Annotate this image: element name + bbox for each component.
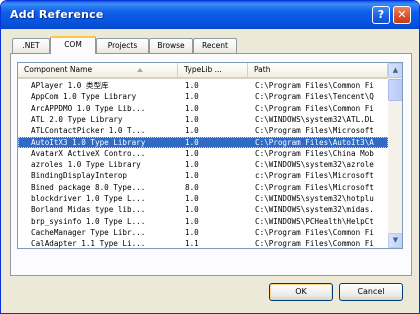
typelib-version-cell: 1.0	[185, 160, 199, 170]
path-cell: C:\Program Files\Common Fi	[255, 81, 374, 90]
cancel-button[interactable]: Cancel	[339, 283, 403, 301]
table-row[interactable]: brp_sysinfo 1.0 Type L... 1.0 C:\WINDOWS\P…	[18, 216, 388, 227]
path-cell: C:\Program Files\Microsoft	[255, 126, 374, 136]
path-cell: C:\Program Files\Tencent\Q	[255, 92, 374, 102]
arrow-down-icon: ▼	[392, 236, 399, 244]
path-cell: C:\WINDOWS\system32\azrole	[255, 160, 374, 170]
path-cell: C:\Program Files\Microsoft	[255, 182, 374, 192]
component-name-cell: APlayer 1.0 类型库	[31, 81, 109, 90]
component-name-cell: blockdriver 1.0 Type L...	[31, 194, 146, 203]
component-name-cell: ATLContactPicker 1.0 T...	[31, 126, 146, 136]
scroll-up-button[interactable]: ▲	[388, 63, 402, 78]
typelib-version-cell: 1.1	[185, 239, 199, 249]
table-row[interactable]: BindingDisplayInterop 1.0 c:\Program Files…	[18, 170, 388, 181]
typelib-version-cell: 1.0	[185, 227, 199, 237]
tab-com[interactable]: COM	[50, 36, 96, 54]
component-name-cell: AppCom 1.0 Type Library	[31, 92, 137, 102]
sort-ascending-icon	[137, 68, 143, 72]
component-name-cell: ATL 2.0 Type Library	[31, 114, 123, 124]
table-row[interactable]: Borland Midas type lib... 1.0 C:\WINDOWS\s…	[18, 204, 388, 215]
path-cell: C:\Program Files\China Mob	[255, 148, 374, 158]
tab-strip: .NET COM Projects Browse Recent	[10, 36, 410, 54]
column-header-component-name[interactable]: Component Name	[18, 63, 178, 79]
component-name-cell: azroles 1.0 Type Library	[31, 160, 141, 170]
tab-projects[interactable]: Projects	[96, 38, 149, 53]
component-name-cell: AutoItX3 1.0 Type Library	[31, 137, 146, 147]
list-header: Component Name TypeLib ... Path	[18, 63, 388, 79]
path-cell: c:\Program Files\Microsoft	[255, 171, 374, 181]
typelib-version-cell: 1.0	[185, 216, 199, 226]
path-cell: C:\WINDOWS\system32\hotplu	[255, 194, 374, 203]
component-name-cell: CalAdapter 1.1 Type Li...	[31, 239, 146, 249]
dialog-title: Add Reference	[10, 8, 104, 21]
path-cell: C:\WINDOWS\system32\ATL.DL	[255, 114, 374, 124]
help-icon: ?	[377, 8, 385, 21]
typelib-version-cell: 8.0	[185, 182, 199, 192]
close-button[interactable]: ✕	[393, 6, 411, 24]
typelib-version-cell: 1.0	[185, 171, 199, 181]
typelib-version-cell: 1.0	[185, 103, 199, 113]
add-reference-dialog: Add Reference ? ✕ .NET COM Projects Brow…	[0, 0, 420, 314]
table-row[interactable]: CalAdapter 1.1 Type Li... 1.1 C:\Program F…	[18, 238, 388, 249]
typelib-version-cell: 1.0	[185, 194, 199, 203]
table-row[interactable]: ATLContactPicker 1.0 T... 1.0 C:\Program F…	[18, 125, 388, 136]
arrow-up-icon: ▲	[392, 66, 399, 74]
component-name-cell: Bined package 8.0 Type...	[31, 182, 146, 192]
path-cell: C:\Program Files\Common Fi	[255, 239, 374, 249]
tab-recent[interactable]: Recent	[193, 38, 237, 53]
path-cell: C:\WINDOWS\PCHealth\HelpCt	[255, 216, 374, 226]
component-name-cell: ArcAPPDMO 1.0 Type Lib...	[31, 103, 146, 113]
help-button[interactable]: ?	[372, 6, 390, 24]
table-row[interactable]: ArcAPPDMO 1.0 Type Lib... 1.0 C:\Program F…	[18, 103, 388, 114]
vertical-scrollbar[interactable]: ▲ ▼	[388, 63, 402, 248]
component-name-cell: BindingDisplayInterop	[31, 171, 128, 181]
table-row[interactable]: blockdriver 1.0 Type L... 1.0 C:\WINDOWS\s…	[18, 193, 388, 204]
component-list[interactable]: Component Name TypeLib ... Path APlayer …	[17, 62, 403, 249]
title-bar[interactable]: Add Reference ? ✕	[1, 1, 419, 29]
scroll-thumb[interactable]	[388, 79, 402, 101]
typelib-version-cell: 1.0	[185, 205, 199, 215]
column-header-typelib-version[interactable]: TypeLib ...	[178, 63, 248, 79]
tab-dotnet[interactable]: .NET	[12, 38, 50, 53]
table-row[interactable]: AppCom 1.0 Type Library 1.0 C:\Program Fil…	[18, 91, 388, 102]
typelib-version-cell: 1.0	[185, 148, 199, 158]
path-cell: C:\WINDOWS\system32\midas.	[255, 205, 374, 215]
close-icon: ✕	[397, 8, 407, 21]
table-row[interactable]: Bined package 8.0 Type... 8.0 C:\Program F…	[18, 182, 388, 193]
tab-browse[interactable]: Browse	[149, 38, 193, 53]
path-cell: C:\Program Files\AutoIt3\A	[255, 137, 374, 147]
component-name-cell: CacheManager Type Libr...	[31, 227, 146, 237]
table-row[interactable]: APlayer 1.0 类型库 1.0 C:\Program Files\Commo…	[18, 80, 388, 91]
table-row[interactable]: azroles 1.0 Type Library 1.0 C:\WINDOWS\sy…	[18, 159, 388, 170]
typelib-version-cell: 1.0	[185, 81, 199, 90]
component-name-cell: AvatarX ActiveX Contro...	[31, 148, 146, 158]
typelib-version-cell: 1.0	[185, 126, 199, 136]
path-cell: C:\Program Files\Common Fi	[255, 103, 374, 113]
typelib-version-cell: 1.0	[185, 92, 199, 102]
column-header-path[interactable]: Path	[248, 63, 388, 79]
component-name-cell: Borland Midas type lib...	[31, 205, 146, 215]
path-cell: C:\Program Files\Common Fi	[255, 227, 374, 237]
table-row[interactable]: CacheManager Type Libr... 1.0 C:\Program F…	[18, 227, 388, 238]
table-row[interactable]: ATL 2.0 Type Library 1.0 C:\WINDOWS\system…	[18, 114, 388, 125]
scroll-down-button[interactable]: ▼	[388, 233, 402, 248]
component-name-cell: brp_sysinfo 1.0 Type L...	[31, 216, 146, 226]
table-row[interactable]: AutoItX3 1.0 Type Library 1.0 C:\Program F…	[18, 136, 388, 148]
typelib-version-cell: 1.0	[185, 114, 199, 124]
ok-button[interactable]: OK	[269, 283, 333, 301]
list-rows: APlayer 1.0 类型库 1.0 C:\Program Files\Commo…	[18, 80, 388, 249]
typelib-version-cell: 1.0	[185, 137, 199, 147]
table-row[interactable]: AvatarX ActiveX Contro... 1.0 C:\Program F…	[18, 148, 388, 159]
